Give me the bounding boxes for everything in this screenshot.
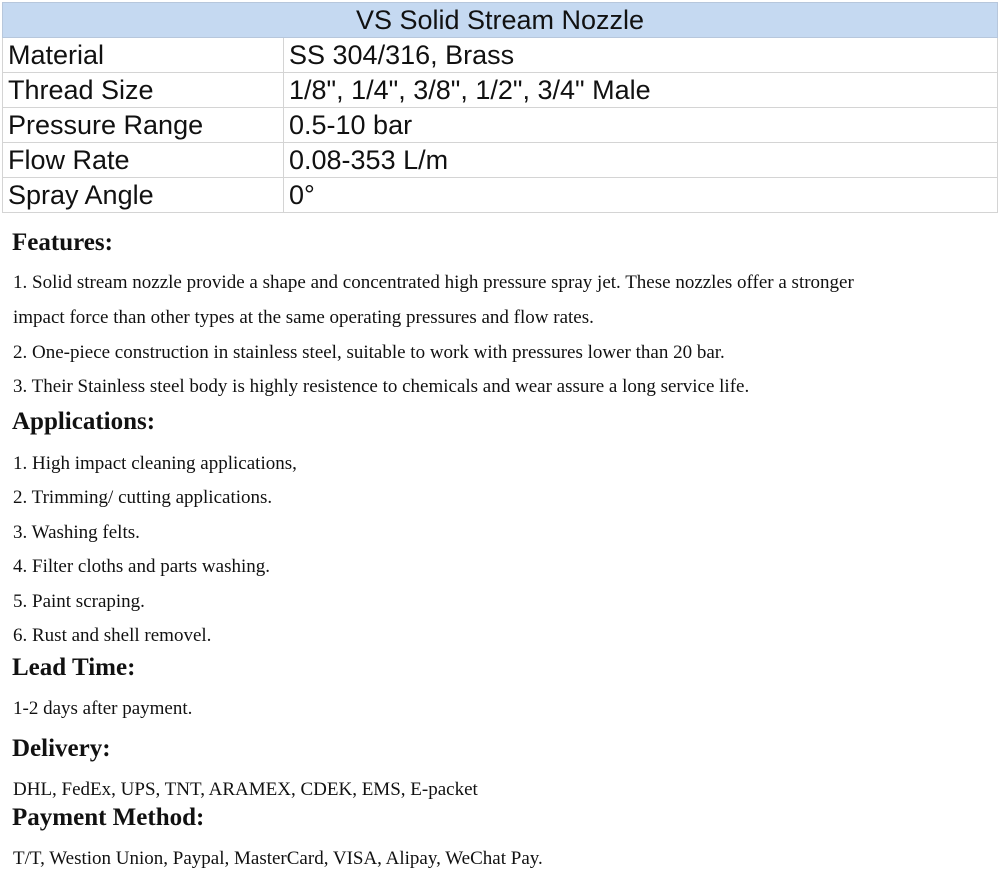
row-label: Flow Rate xyxy=(2,142,284,178)
table-header-row: VS Solid Stream Nozzle xyxy=(2,2,998,38)
row-value: 0° xyxy=(283,177,998,213)
row-label: Spray Angle xyxy=(2,177,284,213)
table-row: Spray Angle 0° xyxy=(2,177,998,213)
table-title: VS Solid Stream Nozzle xyxy=(2,2,998,38)
applications-heading: Applications: xyxy=(12,408,156,435)
table-row: Flow Rate 0.08-353 L/m xyxy=(2,142,998,178)
table-row: Material SS 304/316, Brass xyxy=(2,37,998,73)
features-line: 2. One-piece construction in stainless s… xyxy=(13,342,725,363)
payment-line: T/T, Westion Union, Paypal, MasterCard, … xyxy=(13,848,543,869)
row-value: 1/8", 1/4", 3/8", 1/2", 3/4" Male xyxy=(283,72,998,108)
applications-line: 2. Trimming/ cutting applications. xyxy=(13,487,273,508)
row-value: 0.5-10 bar xyxy=(283,107,998,143)
row-label: Pressure Range xyxy=(2,107,284,143)
applications-line: 6. Rust and shell removel. xyxy=(13,625,212,646)
applications-line: 4. Filter cloths and parts washing. xyxy=(13,556,270,577)
applications-line: 5. Paint scraping. xyxy=(13,591,145,612)
delivery-heading: Delivery: xyxy=(12,735,111,762)
features-heading: Features: xyxy=(12,229,113,256)
row-label: Thread Size xyxy=(2,72,284,108)
lead-time-heading: Lead Time: xyxy=(12,654,136,681)
spec-table: VS Solid Stream Nozzle Material SS 304/3… xyxy=(2,2,998,213)
applications-line: 1. High impact cleaning applications, xyxy=(13,453,297,474)
payment-heading: Payment Method: xyxy=(12,804,205,831)
delivery-line: DHL, FedEx, UPS, TNT, ARAMEX, CDEK, EMS,… xyxy=(13,779,478,800)
features-line: impact force than other types at the sam… xyxy=(13,307,594,328)
row-value: 0.08-353 L/m xyxy=(283,142,998,178)
row-value: SS 304/316, Brass xyxy=(283,37,998,73)
features-line: 3. Their Stainless steel body is highly … xyxy=(13,376,750,397)
table-row: Thread Size 1/8", 1/4", 3/8", 1/2", 3/4"… xyxy=(2,72,998,108)
applications-line: 3. Washing felts. xyxy=(13,522,140,543)
table-row: Pressure Range 0.5-10 bar xyxy=(2,107,998,143)
row-label: Material xyxy=(2,37,284,73)
lead-time-line: 1-2 days after payment. xyxy=(13,698,193,719)
features-line: 1. Solid stream nozzle provide a shape a… xyxy=(13,272,854,293)
